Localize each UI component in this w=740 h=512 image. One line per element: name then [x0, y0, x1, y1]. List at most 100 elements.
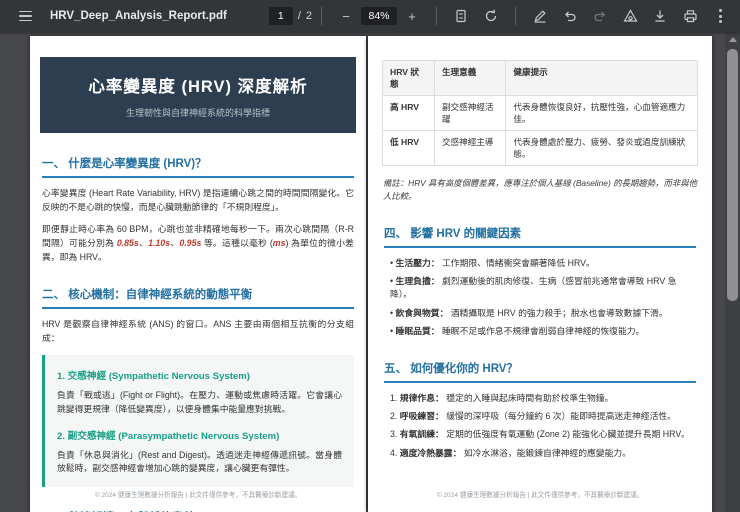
- toolbar-right-group: [615, 4, 740, 28]
- page-1-footer: © 2024 健康生理數據分析報告 | 此文件僅供參考，不具醫療診斷建議。: [94, 492, 302, 499]
- more-options-button[interactable]: [708, 4, 732, 28]
- toolbar-center-group: / 2 − +: [268, 4, 615, 28]
- redo-icon: [594, 11, 605, 22]
- zoom-in-button[interactable]: +: [400, 4, 424, 28]
- table-row: 低 HRV 交感神經主導 代表身體處於壓力、疲勞、發炎或過度訓練狀態。: [382, 130, 698, 166]
- fit-page-button[interactable]: [449, 4, 473, 28]
- cell-state: 高 HRV: [382, 95, 435, 131]
- pdf-page-2[interactable]: HRV 狀態 生理意義 健康提示 高 HRV 副交感神經活躍 代表身體恢復良好，…: [368, 36, 712, 512]
- section-1-paragraph-2: 即便靜止時心率為 60 BPM，心跳也並非精確地每秒一下。兩次心跳間隔（R-R …: [42, 223, 354, 264]
- optimize-desc: 定期的低強度有氧運動 (Zone 2) 能強化心臟並提升長期 HRV。: [446, 429, 690, 440]
- toolbar-left-group: HRV_Deep_Analysis_Report.pdf: [0, 4, 227, 28]
- zoom-out-button[interactable]: −: [334, 4, 358, 28]
- section-5-heading: 五、 如何優化你的 HRV？: [384, 360, 696, 383]
- redo-button[interactable]: [588, 4, 612, 28]
- drive-icon: [622, 9, 638, 22]
- up-arrow-icon: [728, 37, 737, 42]
- rotate-button[interactable]: [479, 4, 503, 28]
- fit-page-icon: [456, 9, 466, 23]
- cell-tip: 代表身體處於壓力、疲勞、發炎或過度訓練狀態。: [505, 130, 698, 166]
- ms-unit: ms: [272, 237, 286, 248]
- list-item: • 睡眠品質： 睡眠不足或作息不規律會削弱自律神經的恢復能力。: [390, 325, 696, 338]
- list-item: 3. 有氧訓練： 定期的低強度有氧運動 (Zone 2) 能強化心臟並提升長期 …: [390, 428, 696, 441]
- optimize-term: 適度冷熱暴露：: [399, 447, 462, 458]
- col-header-tip: 健康提示: [505, 60, 698, 96]
- minus-icon: −: [342, 8, 350, 24]
- pdf-toolbar: HRV_Deep_Analysis_Report.pdf / 2 − +: [0, 0, 740, 32]
- vertical-scrollbar[interactable]: [725, 32, 740, 512]
- optimize-desc: 緩慢的深呼吸（每分鐘約 6 次）能即時提高迷走神經活性。: [446, 411, 676, 422]
- section-1-heading: 一、 什麼是心率變異度 (HRV)？: [42, 155, 354, 178]
- factor-desc: 睡眠不足或作息不規律會削弱自律神經的恢復能力。: [442, 325, 645, 336]
- zoom-level-input[interactable]: [361, 7, 397, 25]
- item-number: 4.: [390, 447, 398, 458]
- list-item: 2. 呼吸練習： 緩慢的深呼吸（每分鐘約 6 次）能即時提高迷走神經活性。: [390, 410, 696, 423]
- drive-button[interactable]: [618, 4, 642, 28]
- sympathetic-paragraph: 負責「戰或逃」(Fight or Flight)。在壓力、運動或焦慮時活躍。它會…: [57, 390, 342, 414]
- list-item: 1. 規律作息： 穩定的入睡與起床時間有助於校準生物鐘。: [390, 392, 696, 405]
- bullet-icon: •: [390, 258, 394, 269]
- pen-icon: [534, 10, 546, 23]
- factor-term: 生理負擔：: [395, 276, 440, 287]
- table-header-row: HRV 狀態 生理意義 健康提示: [382, 60, 698, 96]
- rotate-icon: [485, 9, 497, 22]
- scroll-up-button[interactable]: [725, 32, 740, 47]
- page-total: 2: [305, 10, 312, 22]
- rr-value-1: 0.85s: [116, 237, 139, 248]
- factor-desc: 工作期限、情緒衝突會顯著降低 HRV。: [442, 258, 595, 269]
- bullet-icon: •: [390, 325, 394, 336]
- section-1-paragraph-1: 心率變異度 (Heart Rate Variability, HRV) 是指連續…: [42, 188, 354, 212]
- p2-text: 、: [138, 237, 149, 248]
- cell-state: 低 HRV: [382, 130, 435, 166]
- pages-container: 心率變異度 (HRV) 深度解析 生理韌性與自律神經系統的科學指標 一、 什麼是…: [0, 32, 725, 512]
- item-number: 1.: [390, 392, 398, 403]
- undo-icon: [565, 11, 576, 22]
- p2-text: 、: [170, 237, 180, 248]
- factor-term: 飲食與物質：: [395, 307, 449, 318]
- section-2-heading: 二、 核心機制：自律神經系統的動態平衡: [42, 286, 354, 310]
- rr-value-3: 0.95s: [179, 237, 202, 248]
- table-row: 高 HRV 副交感神經活躍 代表身體恢復良好，抗壓性強，心血管適應力佳。: [382, 95, 698, 131]
- optimize-term: 呼吸練習：: [399, 411, 444, 422]
- list-item: 4. 適度冷熱暴露： 如冷水淋浴，能鍛鍊自律神經的應變能力。: [390, 447, 696, 460]
- page-number-input[interactable]: [268, 7, 293, 25]
- factor-term: 睡眠品質：: [395, 325, 440, 336]
- separator: [436, 7, 437, 25]
- hamburger-icon: [18, 10, 32, 22]
- cell-meaning: 副交感神經活躍: [433, 95, 507, 131]
- p2-text: 等。這種以毫秒 (: [201, 237, 273, 248]
- download-button[interactable]: [648, 4, 672, 28]
- page-divider: /: [297, 10, 301, 22]
- pdf-page-1[interactable]: 心率變異度 (HRV) 深度解析 生理韌性與自律神經系統的科學指標 一、 什麼是…: [30, 36, 366, 512]
- cell-tip: 代表身體恢復良好，抗壓性強，心血管適應力佳。: [505, 95, 698, 131]
- pdf-viewer-area: 心率變異度 (HRV) 深度解析 生理韌性與自律神經系統的科學指標 一、 什麼是…: [0, 32, 725, 512]
- factor-term: 生活壓力：: [395, 258, 440, 269]
- optimize-desc: 穩定的入睡與起床時間有助於校準生物鐘。: [446, 392, 614, 403]
- hrv-status-table: HRV 狀態 生理意義 健康提示 高 HRV 副交感神經活躍 代表身體恢復良好，…: [382, 60, 698, 166]
- list-item: • 生活壓力： 工作期限、情緒衝突會顯著降低 HRV。: [390, 257, 696, 270]
- section-2-intro: HRV 是觀察自律神經系統 (ANS) 的窗口。ANS 主要由兩個相互抗衡的分支…: [42, 319, 354, 343]
- optimize-desc: 如冷水淋浴，能鍛鍊自律神經的應變能力。: [463, 447, 631, 458]
- annotate-button[interactable]: [528, 4, 552, 28]
- bullet-icon: •: [390, 307, 394, 318]
- col-header-state: HRV 狀態: [382, 60, 435, 96]
- print-icon: [683, 10, 697, 23]
- item-number: 2.: [390, 411, 398, 422]
- col-header-meaning: 生理意義: [433, 60, 507, 96]
- parasympathetic-paragraph: 負責「休息與消化」(Rest and Digest)。透過迷走神經傳遞訊號。當身…: [57, 449, 342, 474]
- menu-icon[interactable]: [13, 4, 37, 28]
- list-item: • 飲食與物質： 酒精攝取是 HRV 的強力殺手；脫水也會導致數據下滑。: [390, 307, 696, 320]
- list-item: • 生理負擔： 劇烈運動後的肌肉修復、生病（感冒前兆通常會導致 HRV 急降）。: [390, 275, 696, 301]
- print-button[interactable]: [678, 4, 702, 28]
- more-icon: [718, 9, 722, 23]
- report-subtitle: 生理韌性與自律神經系統的科學指標: [125, 108, 270, 118]
- parasympathetic-heading: 2. 副交感神經 (Parasympathetic Nervous System…: [57, 430, 280, 442]
- document-title: HRV_Deep_Analysis_Report.pdf: [50, 10, 227, 22]
- sympathetic-heading: 1. 交感神經 (Sympathetic Nervous System): [57, 371, 250, 383]
- undo-button[interactable]: [558, 4, 582, 28]
- optimize-list: 1. 規律作息： 穩定的入睡與起床時間有助於校準生物鐘。 2. 呼吸練習： 緩慢…: [390, 392, 696, 460]
- report-title: 心率變異度 (HRV) 深度解析: [88, 78, 308, 96]
- separator: [515, 7, 516, 25]
- factor-desc: 酒精攝取是 HRV 的強力殺手；脫水也會導致數據下滑。: [450, 307, 668, 318]
- scrollbar-thumb[interactable]: [727, 49, 738, 301]
